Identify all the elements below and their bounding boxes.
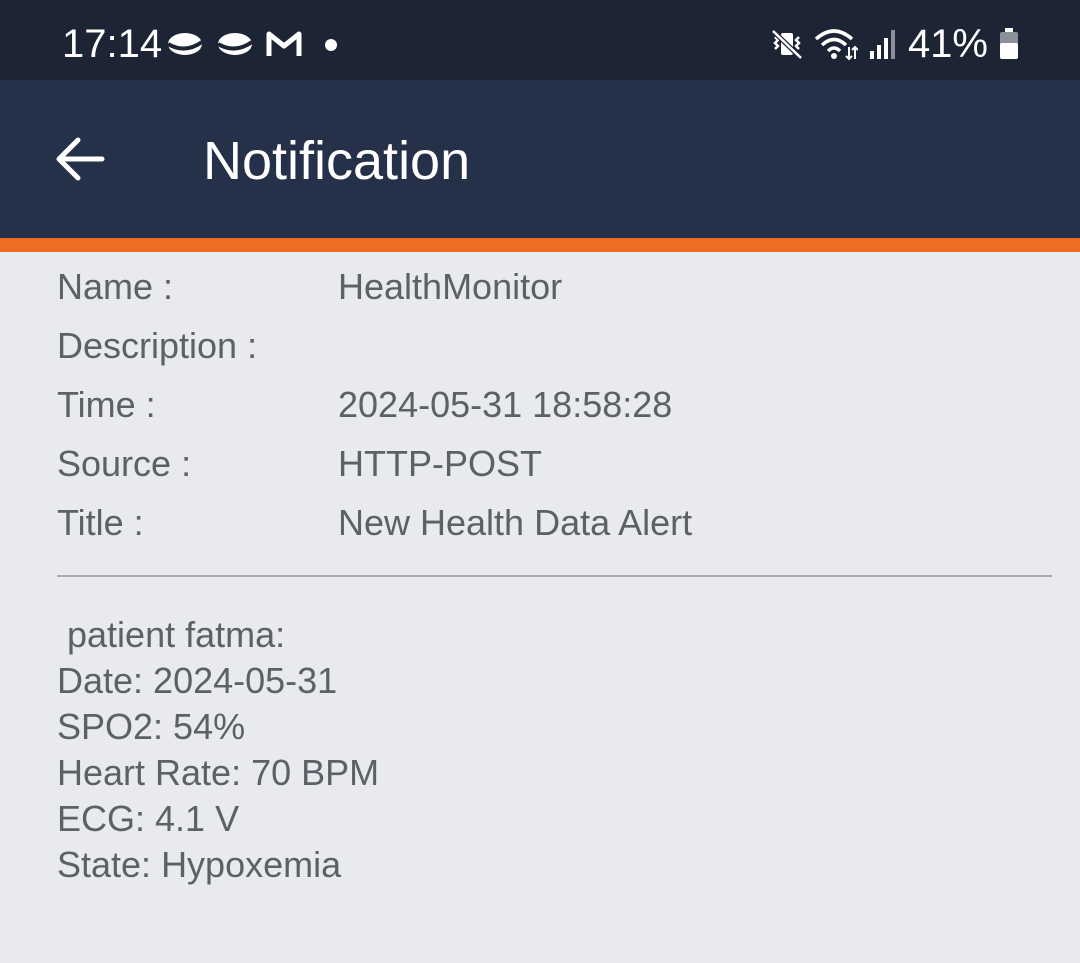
battery-percentage: 41% <box>907 22 988 66</box>
arrow-left-icon <box>56 137 105 181</box>
name-value: HealthMonitor <box>338 266 563 307</box>
message-line-patient: patient fatma: <box>57 614 286 655</box>
title-label: Title : <box>57 502 144 543</box>
status-bar: 17:14 41% <box>0 0 1080 80</box>
time-value: 2024-05-31 18:58:28 <box>338 384 673 425</box>
message-line-state: State: Hypoxemia <box>57 844 342 885</box>
message-line-date: Date: 2024-05-31 <box>57 660 338 701</box>
signal-icon <box>869 30 895 59</box>
source-label: Source : <box>57 443 192 484</box>
section-divider <box>57 575 1052 577</box>
title-value: New Health Data Alert <box>338 502 693 543</box>
status-system-icons: 41% <box>770 22 1020 66</box>
planet-icon <box>216 33 254 55</box>
name-label: Name : <box>57 266 174 307</box>
source-value: HTTP-POST <box>338 443 542 484</box>
app-bar <box>0 80 1080 238</box>
planet-icon <box>166 33 204 55</box>
description-label: Description : <box>57 325 258 366</box>
back-button[interactable] <box>50 129 110 189</box>
accent-divider <box>0 238 1080 252</box>
vibrate-icon <box>771 29 803 60</box>
status-time: 17:14 <box>62 22 163 66</box>
status-notification-icons <box>165 26 341 62</box>
battery-icon <box>1000 28 1018 59</box>
page-title: Notification <box>203 131 471 191</box>
dot-icon <box>325 39 337 51</box>
message-line-ecg: ECG: 4.1 V <box>57 798 240 839</box>
time-label: Time : <box>57 384 156 425</box>
gmail-icon <box>266 31 302 56</box>
message-line-heart-rate: Heart Rate: 70 BPM <box>57 752 380 793</box>
wifi-icon <box>814 29 858 61</box>
message-line-spo2: SPO2: 54% <box>57 706 246 747</box>
